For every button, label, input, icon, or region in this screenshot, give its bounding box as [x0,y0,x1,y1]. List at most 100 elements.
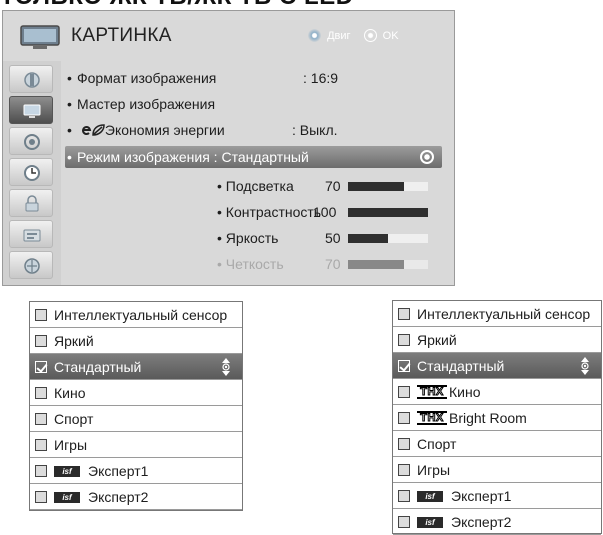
list-item[interactable]: Интеллектуальный сенсор [30,302,242,328]
checkbox-icon[interactable] [35,465,47,477]
network-icon [24,258,40,274]
checkbox-icon[interactable] [35,387,47,399]
checkbox-checked-icon[interactable] [35,361,47,373]
picture-mode-list-right: Интеллектуальный сенсор Яркий Стандартный T… [392,300,602,535]
checkbox-icon[interactable] [398,386,410,398]
option-aspect-ratio[interactable]: • Формат изображения : 16:9 [67,67,338,89]
option-value: : Выкл. [292,122,338,138]
list-item[interactable]: THX Кино [393,379,601,405]
ok-hint-label: OK [382,29,399,42]
list-item[interactable]: Яркий [393,327,601,353]
list-item-label: Стандартный [417,358,505,374]
list-item-label: Эксперт2 [88,489,149,505]
picture-icon [23,104,41,118]
checkbox-checked-icon[interactable] [398,360,410,372]
menu-content: • Формат изображения : 16:9 • Мастер изобр… [65,61,451,285]
list-item[interactable]: isf Эксперт2 [393,509,601,535]
list-item-label: Кино [54,385,86,401]
page-heading: ТОЛЬКО ЖК ТВ/ЖК ТВ С LED [0,0,603,8]
sidebar-item-audio[interactable] [9,127,53,155]
list-item-label: Интеллектуальный сенсор [417,306,591,322]
sidebar-item-setup[interactable] [9,65,53,93]
checkbox-icon[interactable] [398,334,410,346]
list-item[interactable]: Интеллектуальный сенсор [393,301,601,327]
list-item[interactable]: isf Эксперт1 [30,458,242,484]
list-item[interactable]: Яркий [30,328,242,354]
sidebar-item-time[interactable] [9,158,53,186]
slider-track[interactable] [348,260,428,269]
list-item[interactable]: isf Эксперт1 [393,483,601,509]
list-item-label: Спорт [54,411,94,427]
monitor-icon [20,25,60,49]
checkbox-icon[interactable] [35,491,47,503]
list-item[interactable]: Игры [30,432,242,458]
slider-contrast[interactable]: • Контрастность 100 [217,201,428,223]
list-item-label: Эксперт1 [451,488,512,504]
picture-mode-list-left: Интеллектуальный сенсор Яркий Стандартный К… [29,301,243,511]
isf-logo-icon: isf [417,491,443,502]
slider-value: 70 [325,256,341,272]
picture-menu: КАРТИНКА Двиг OK • Формат изображения: … [2,10,455,286]
list-item[interactable]: Спорт [393,431,601,457]
slider-fill [348,182,404,191]
navigation-icon [308,29,321,42]
radio-selected-icon [420,150,434,164]
audio-icon [24,134,40,150]
slider-sharpness[interactable]: • Четкость 70 [217,253,428,275]
slider-track[interactable] [348,234,428,243]
up-down-arrows-icon [222,358,230,376]
slider-label: • Контрастность [217,204,322,220]
slider-fill [348,208,428,217]
option-label: Мастер изображения [77,96,216,112]
checkbox-icon[interactable] [398,490,410,502]
option-picture-wizard[interactable]: • Мастер изображения [67,93,215,115]
slider-fill [348,234,388,243]
list-item-label: Кино [449,384,481,400]
sidebar-item-lock[interactable] [9,189,53,217]
list-item-label: Игры [54,437,88,453]
list-item-label: Спорт [417,436,457,452]
list-item-label: Игры [417,462,451,478]
up-down-arrows-icon [581,357,589,375]
list-item[interactable]: THX Bright Room [393,405,601,431]
e-leaf-icon [81,124,105,136]
checkbox-icon[interactable] [35,413,47,425]
list-item[interactable]: Кино [30,380,242,406]
list-item[interactable]: isf Эксперт2 [30,484,242,510]
slider-value: 50 [325,230,341,246]
checkbox-icon[interactable] [398,438,410,450]
setup-icon [24,72,40,88]
list-item[interactable]: Стандартный [30,354,242,380]
menu-title: КАРТИНКА [71,25,172,46]
sidebar-item-network[interactable] [9,251,53,279]
option-value: : 16:9 [303,70,339,86]
slider-brightness[interactable]: • Яркость 50 [217,227,428,249]
checkbox-icon[interactable] [35,309,47,321]
slider-fill [348,260,404,269]
slider-backlight[interactable]: • Подсветка 70 [217,175,428,197]
slider-track[interactable] [348,208,428,217]
list-item[interactable]: Игры [393,457,601,483]
checkbox-icon[interactable] [398,516,410,528]
option-picture-mode[interactable]: • Режим изображения : Стандартный [65,146,442,168]
slider-track[interactable] [348,182,428,191]
checkbox-icon[interactable] [35,335,47,347]
list-item[interactable]: Спорт [30,406,242,432]
option-energy-saving[interactable]: • Экономия энергии : Выкл. [67,119,338,141]
checkbox-icon[interactable] [35,439,47,451]
list-item-label: Эксперт2 [451,514,512,530]
thx-logo-icon: THX [417,385,447,399]
isf-logo-icon: isf [54,466,80,477]
lock-icon [25,195,39,212]
list-item-label: Интеллектуальный сенсор [54,307,228,323]
option-label: Экономия энергии [104,122,225,138]
list-item[interactable]: Стандартный [393,353,601,379]
checkbox-icon[interactable] [398,464,410,476]
sidebar-item-option[interactable] [9,220,53,248]
sidebar-item-picture[interactable] [9,96,53,124]
slider-label: • Подсветка [217,178,294,194]
checkbox-icon[interactable] [398,308,410,320]
option-label: Формат изображения [77,70,217,86]
checkbox-icon[interactable] [398,412,410,424]
thx-logo-icon: THX [417,411,447,425]
